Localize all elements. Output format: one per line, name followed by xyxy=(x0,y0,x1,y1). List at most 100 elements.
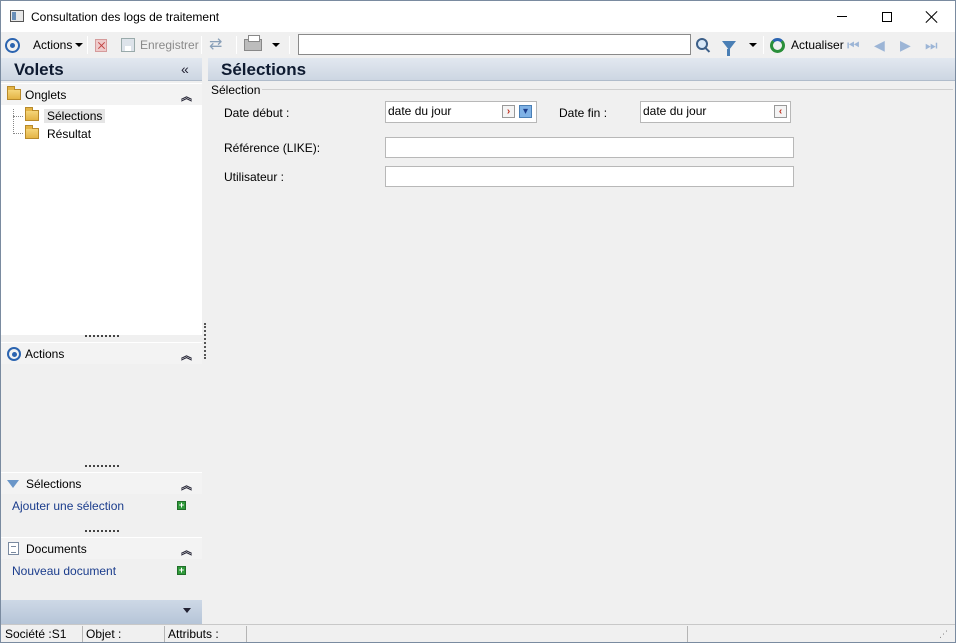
last-record-button[interactable]: ⏭ xyxy=(925,32,938,58)
group-divider xyxy=(258,89,953,90)
minimize-button[interactable] xyxy=(819,1,865,32)
date-next-icon[interactable]: › xyxy=(502,105,515,118)
date-fin-field[interactable]: date du jour ‹ xyxy=(640,101,791,123)
filter-dropdown-button[interactable] xyxy=(746,32,757,58)
window-title: Consultation des logs de traitement xyxy=(31,10,220,24)
add-icon[interactable]: + xyxy=(177,566,186,575)
panel-options-bar[interactable] xyxy=(1,600,202,624)
print-dropdown-button[interactable] xyxy=(269,32,280,58)
refresh-button[interactable]: Actualiser xyxy=(770,32,844,58)
calendar-dropdown-icon[interactable]: ▾ xyxy=(519,105,532,118)
app-window-icon xyxy=(10,10,24,22)
toolbar: Actions Enregistrer ⇄ Actualiser ⏮ ◀ ▶ ⏭ xyxy=(1,32,955,58)
toolbar-separator xyxy=(763,36,764,54)
collapse-panel-icon[interactable]: « xyxy=(181,61,189,77)
group-legend: Sélection xyxy=(211,83,263,97)
chevron-up-icon[interactable]: ︽ xyxy=(181,88,192,104)
add-icon[interactable]: + xyxy=(177,501,186,510)
section-resize-handle[interactable] xyxy=(85,335,119,337)
close-button[interactable] xyxy=(909,1,955,32)
selections-section-body: Ajouter une sélection + xyxy=(1,494,202,528)
date-debut-field[interactable]: date du jour › ▾ xyxy=(385,101,537,123)
folder-icon xyxy=(7,86,21,100)
onglets-section-header[interactable]: Onglets ︽ xyxy=(1,83,202,105)
date-debut-label: Date début : xyxy=(224,106,290,120)
printer-icon xyxy=(244,35,262,51)
actions-circle-icon xyxy=(7,346,21,361)
delete-icon xyxy=(95,38,107,52)
reference-label: Référence (LIKE): xyxy=(224,141,321,155)
main-content: Sélections Sélection Date début : date d… xyxy=(208,58,955,624)
toolbar-separator xyxy=(87,36,88,54)
next-record-button[interactable]: ▶ xyxy=(900,32,911,58)
open-folder-icon xyxy=(25,107,39,121)
status-empty-cell xyxy=(248,626,688,642)
last-page-icon: ⏭ xyxy=(925,37,938,53)
actions-circle-icon xyxy=(5,37,20,53)
page-title: Sélections xyxy=(221,60,307,79)
refresh-icon xyxy=(770,37,785,53)
delete-button[interactable] xyxy=(95,32,107,58)
chevron-down-icon xyxy=(749,43,757,47)
save-button-label: Enregistrer xyxy=(140,38,199,52)
panel-splitter[interactable] xyxy=(204,323,206,359)
actions-section-header[interactable]: Actions ︽ xyxy=(1,342,202,364)
status-attributs: Attributs : xyxy=(166,626,247,642)
tree-item-selections[interactable]: Sélections xyxy=(25,107,106,124)
minimize-icon xyxy=(837,16,847,17)
status-objet: Objet : xyxy=(84,626,165,642)
sync-icon: ⇄ xyxy=(209,36,223,53)
volets-title: Volets xyxy=(14,60,64,79)
folder-icon xyxy=(25,125,39,139)
tree-connector xyxy=(13,116,23,117)
chevron-up-icon[interactable]: ︽ xyxy=(181,477,192,493)
filter-icon xyxy=(7,479,19,488)
date-fin-value: date du jour xyxy=(643,104,707,118)
previous-record-button[interactable]: ◀ xyxy=(874,32,885,58)
toolbar-separator xyxy=(289,36,290,54)
application-window: Consultation des logs de traitement Acti… xyxy=(0,0,956,643)
documents-section-header[interactable]: Documents ︽ xyxy=(1,537,202,559)
resize-grip-icon[interactable]: ⋰ xyxy=(939,629,948,640)
onglets-label: Onglets xyxy=(25,87,67,102)
chevron-down-icon xyxy=(183,608,191,613)
date-debut-value: date du jour xyxy=(388,104,452,118)
first-record-button[interactable]: ⏮ xyxy=(847,32,860,58)
next-icon: ▶ xyxy=(900,37,911,53)
save-button[interactable]: Enregistrer xyxy=(121,32,199,58)
utilisateur-label: Utilisateur : xyxy=(224,170,285,184)
new-document-link[interactable]: Nouveau document xyxy=(12,564,116,578)
title-bar: Consultation des logs de traitement xyxy=(1,1,955,32)
tree-connector xyxy=(13,109,14,134)
search-input[interactable] xyxy=(298,34,691,55)
chevron-down-icon xyxy=(272,43,280,47)
section-resize-handle[interactable] xyxy=(85,530,119,532)
actions-section-label: Actions xyxy=(25,346,65,361)
print-button[interactable] xyxy=(244,32,262,58)
selections-section-label: Sélections xyxy=(26,476,82,491)
toolbar-separator xyxy=(236,36,237,54)
selections-section-header[interactable]: Sélections ︽ xyxy=(1,472,202,494)
reference-input[interactable] xyxy=(385,137,794,158)
sync-button[interactable]: ⇄ xyxy=(209,32,222,58)
documents-section-label: Documents xyxy=(26,541,87,556)
status-bar: Société :S1 Objet : Attributs : ⋰ xyxy=(1,624,955,642)
toolbar-separator xyxy=(201,36,202,54)
chevron-down-icon xyxy=(75,43,84,47)
actions-menu-button[interactable]: Actions xyxy=(33,32,84,58)
actions-ring-icon-wrap[interactable] xyxy=(5,32,20,58)
filter-button[interactable] xyxy=(722,32,736,58)
chevron-up-icon[interactable]: ︽ xyxy=(181,542,192,558)
section-resize-handle[interactable] xyxy=(85,465,119,467)
document-icon xyxy=(8,542,19,555)
search-button[interactable] xyxy=(696,32,710,58)
actions-menu-label: Actions xyxy=(33,38,73,52)
first-page-icon: ⏮ xyxy=(847,37,860,53)
tree-item-resultat[interactable]: Résultat xyxy=(25,125,94,142)
documents-section-body: Nouveau document + xyxy=(1,559,202,599)
chevron-up-icon[interactable]: ︽ xyxy=(181,347,192,363)
utilisateur-input[interactable] xyxy=(385,166,794,187)
add-selection-link[interactable]: Ajouter une sélection xyxy=(12,499,124,513)
maximize-button[interactable] xyxy=(864,1,910,32)
date-previous-icon[interactable]: ‹ xyxy=(774,105,787,118)
